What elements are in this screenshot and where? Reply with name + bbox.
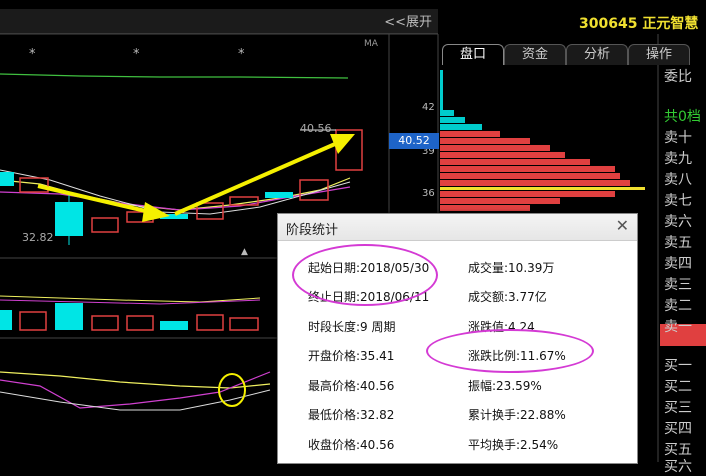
- list-item: 卖八: [664, 172, 692, 188]
- list-item: 买四: [664, 421, 692, 437]
- stat-period-length: 时段长度:9 周期: [308, 318, 396, 335]
- high-price-label: 40.56: [300, 122, 332, 135]
- price-tick: 36: [422, 188, 435, 199]
- star-icon: *: [133, 47, 140, 62]
- chart-toolbar: <<展开: [0, 9, 438, 34]
- stat-open-price: 开盘价格:35.41: [308, 347, 394, 364]
- stat-volume: 成交量:10.39万: [468, 259, 554, 276]
- stage-stats-dialog: 阶段统计 ✕ 起始日期:2018/05/30 终止日期:2018/06/11 时…: [277, 213, 638, 464]
- stat-high-price: 最高价格:40.56: [308, 377, 394, 394]
- stat-value: 10.39万: [508, 261, 555, 275]
- stat-label: 累计换手:: [468, 408, 521, 422]
- list-item: 卖七: [664, 193, 692, 209]
- stat-label: 振幅:: [468, 379, 497, 393]
- stat-value: 23.59%: [496, 379, 542, 393]
- tab-fenxi[interactable]: 分析: [566, 44, 628, 65]
- order-book-bars: [440, 70, 645, 211]
- stat-label: 最低价格:: [308, 408, 361, 422]
- star-icon: *: [238, 47, 245, 62]
- dialog-header[interactable]: 阶段统计 ✕: [278, 214, 637, 241]
- list-item: 买一: [664, 358, 692, 374]
- list-item: 卖一: [664, 319, 692, 335]
- stat-value: 35.41: [360, 349, 395, 363]
- current-price-marker: 40.52: [389, 133, 439, 149]
- ma-line-green: [0, 73, 349, 79]
- volume-bars: [0, 295, 261, 331]
- list-item: 卖二: [664, 298, 692, 314]
- price-tick: 42: [422, 102, 435, 113]
- stat-value: 9 周期: [360, 320, 396, 334]
- stat-label: 开盘价格:: [308, 349, 361, 363]
- stat-average-turnover: 平均换手:2.54%: [468, 436, 558, 453]
- expand-button[interactable]: <<展开: [384, 11, 432, 30]
- list-item: 卖三: [664, 277, 692, 293]
- stock-name: 正元智慧: [642, 16, 699, 32]
- stat-amplitude: 振幅:23.59%: [468, 377, 542, 394]
- stat-value: 32.82: [360, 408, 395, 422]
- stat-value: 40.56: [360, 379, 395, 393]
- date-range-highlight: [292, 244, 438, 306]
- tab-pankou[interactable]: 盘口: [442, 44, 504, 65]
- star-icon: *: [29, 47, 36, 62]
- list-item: 卖六: [664, 214, 692, 230]
- list-item: 卖九: [664, 151, 692, 167]
- stat-value: 40.56: [360, 438, 395, 452]
- dialog-title: 阶段统计: [286, 223, 339, 238]
- ma-line-white: [0, 169, 351, 215]
- stat-low-price: 最低价格:32.82: [308, 406, 394, 423]
- list-item: 卖十: [664, 130, 692, 146]
- triangle-marker-icon: ▲: [241, 247, 248, 257]
- stat-value: 2.54%: [520, 438, 559, 452]
- list-item: 买二: [664, 379, 692, 395]
- list-item: 卖四: [664, 256, 692, 272]
- stock-title: 300645 正元智慧: [579, 13, 698, 33]
- stat-label: 平均换手:: [468, 438, 521, 452]
- change-percent-highlight: [426, 329, 594, 373]
- list-item: 买三: [664, 400, 692, 416]
- close-icon[interactable]: ✕: [616, 216, 629, 235]
- stat-close-price: 收盘价格:40.56: [308, 436, 394, 453]
- stat-turnover: 成交额:3.77亿: [468, 288, 547, 305]
- indicator-lines: [0, 371, 271, 411]
- stat-value: 22.88%: [520, 408, 566, 422]
- stat-cumulative-turnover: 累计换手:22.88%: [468, 406, 566, 423]
- stat-label: 时段长度:: [308, 320, 361, 334]
- ratio-label: 委比: [664, 69, 692, 85]
- stock-code: 300645: [579, 16, 638, 32]
- list-item: 卖五: [664, 235, 692, 251]
- stat-label: 最高价格:: [308, 379, 361, 393]
- tab-zijin[interactable]: 资金: [504, 44, 566, 65]
- stat-value: 3.77亿: [508, 290, 547, 304]
- total-levels-label: 共0档: [664, 109, 701, 125]
- tab-caozuo[interactable]: 操作: [628, 44, 690, 65]
- list-item: 买六: [664, 459, 692, 475]
- ma-label: MA: [364, 39, 378, 49]
- low-price-label: 32.82: [22, 231, 54, 244]
- stat-label: 成交量:: [468, 261, 509, 275]
- stat-label: 成交额:: [468, 290, 509, 304]
- indicator-circle-annotation: [218, 373, 246, 407]
- stat-label: 收盘价格:: [308, 438, 361, 452]
